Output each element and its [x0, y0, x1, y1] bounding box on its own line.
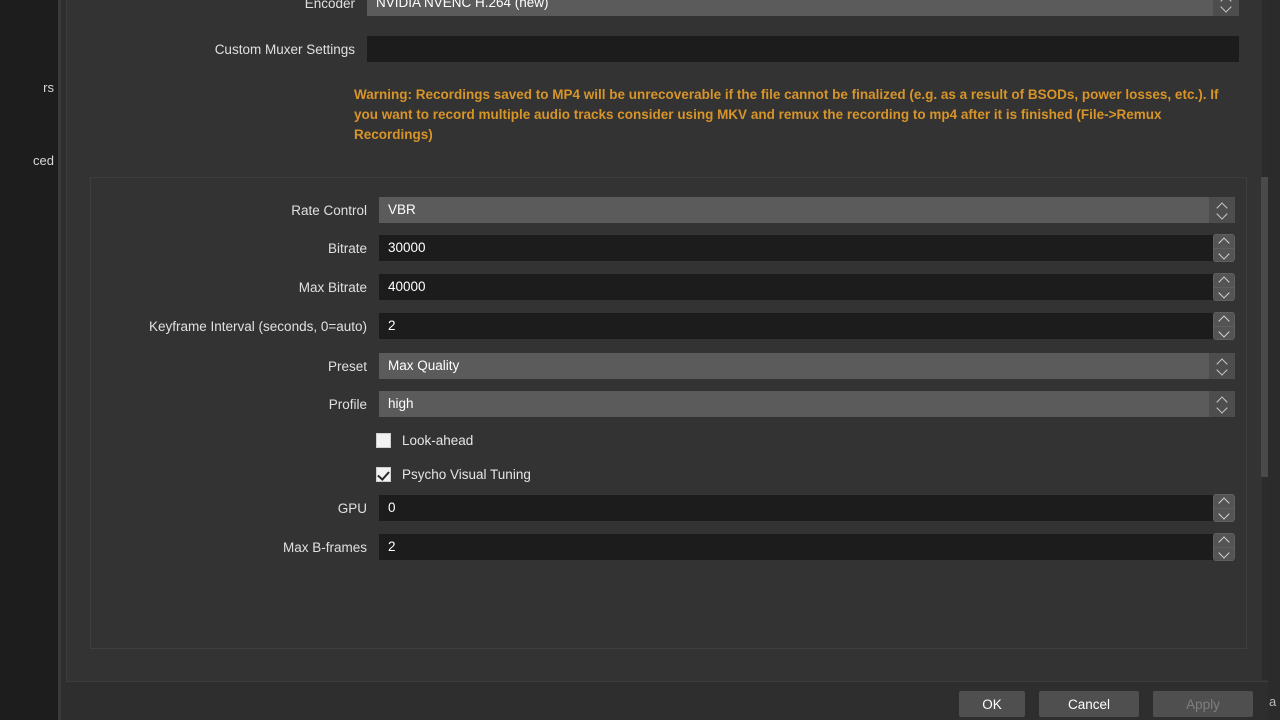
- max-bitrate-stepper[interactable]: [1213, 273, 1235, 301]
- max-bitrate-input[interactable]: 40000: [379, 274, 1235, 300]
- keyframe-interval-label: Keyframe Interval (seconds, 0=auto): [149, 318, 367, 334]
- sidebar-item-hotkeys[interactable]: rs: [43, 80, 54, 95]
- encoder-value: NVIDIA NVENC H.264 (new): [376, 0, 549, 10]
- row-rate-control: Rate Control VBR: [91, 197, 1248, 223]
- sidebar-item-advanced-label: ced: [33, 153, 54, 168]
- arrow-down-icon: [1220, 549, 1229, 558]
- settings-sidebar: rs ced: [0, 0, 58, 720]
- look-ahead-label: Look-ahead: [402, 432, 474, 448]
- preset-combobox[interactable]: Max Quality: [379, 353, 1209, 379]
- sidebar-item-advanced[interactable]: ced: [33, 153, 54, 168]
- chevron-down-icon: [1218, 406, 1227, 411]
- profile-dropdown-button[interactable]: [1209, 391, 1235, 417]
- max-bitrate-decrement-button[interactable]: [1213, 286, 1235, 301]
- arrow-down-icon: [1220, 289, 1229, 298]
- custom-muxer-input[interactable]: [367, 36, 1239, 62]
- bitrate-increment-button[interactable]: [1213, 234, 1235, 248]
- max-bitrate-increment-button[interactable]: [1213, 273, 1235, 287]
- ok-button[interactable]: OK: [959, 691, 1025, 717]
- preset-label: Preset: [327, 358, 367, 374]
- psycho-visual-tuning-label: Psycho Visual Tuning: [402, 466, 531, 482]
- chevron-down-icon: [1218, 368, 1227, 373]
- rate-control-combobox[interactable]: VBR: [379, 197, 1209, 223]
- row-bitrate: Bitrate 30000: [91, 234, 1248, 262]
- keyframe-interval-decrement-button[interactable]: [1213, 325, 1235, 340]
- row-keyframe-interval: Keyframe Interval (seconds, 0=auto) 2: [91, 312, 1248, 340]
- keyframe-interval-input[interactable]: 2: [379, 313, 1235, 339]
- bitrate-stepper[interactable]: [1213, 234, 1235, 262]
- psycho-visual-tuning-checkbox-row[interactable]: Psycho Visual Tuning: [376, 463, 531, 485]
- chevron-down-icon: [1222, 5, 1231, 10]
- max-b-frames-input[interactable]: 2: [379, 534, 1235, 560]
- settings-dialog: Encoder NVIDIA NVENC H.264 (new) Custom …: [61, 0, 1280, 720]
- dialog-button-bar: OK Cancel Apply: [61, 682, 1280, 720]
- sidebar-item-hotkeys-label: rs: [43, 80, 54, 95]
- row-preset: Preset Max Quality: [91, 353, 1248, 379]
- max-b-frames-increment-button[interactable]: [1213, 533, 1235, 547]
- keyframe-interval-increment-button[interactable]: [1213, 312, 1235, 326]
- obs-settings-output-screen: rs ced Encoder NVIDIA NVENC H.264 (new): [0, 0, 1280, 720]
- max-b-frames-label: Max B-frames: [282, 539, 367, 555]
- max-bitrate-label: Max Bitrate: [298, 279, 367, 295]
- custom-muxer-label: Custom Muxer Settings: [214, 41, 355, 57]
- bitrate-label: Bitrate: [327, 240, 367, 256]
- max-b-frames-stepper[interactable]: [1213, 533, 1235, 561]
- settings-content-frame: Encoder NVIDIA NVENC H.264 (new) Custom …: [66, 0, 1278, 682]
- cancel-button[interactable]: Cancel: [1039, 691, 1139, 717]
- background-window-edge: [1268, 0, 1280, 720]
- profile-label: Profile: [328, 396, 367, 412]
- row-custom-muxer: Custom Muxer Settings: [67, 36, 1262, 62]
- gpu-increment-button[interactable]: [1213, 494, 1235, 508]
- gpu-decrement-button[interactable]: [1213, 507, 1235, 522]
- gpu-label: GPU: [337, 500, 367, 516]
- keyframe-interval-stepper[interactable]: [1213, 312, 1235, 340]
- row-encoder: Encoder NVIDIA NVENC H.264 (new): [67, 0, 1262, 16]
- profile-combobox[interactable]: high: [379, 391, 1209, 417]
- settings-scroll-area[interactable]: Encoder NVIDIA NVENC H.264 (new) Custom …: [67, 0, 1277, 681]
- arrow-up-icon: [1220, 536, 1229, 545]
- apply-button[interactable]: Apply: [1153, 691, 1253, 717]
- bitrate-decrement-button[interactable]: [1213, 247, 1235, 262]
- encoder-dropdown-button[interactable]: [1213, 0, 1239, 16]
- encoder-combobox[interactable]: NVIDIA NVENC H.264 (new): [367, 0, 1213, 16]
- max-b-frames-decrement-button[interactable]: [1213, 546, 1235, 561]
- row-gpu: GPU 0: [91, 494, 1248, 522]
- psycho-visual-tuning-checkbox[interactable]: [376, 466, 391, 482]
- background-window-glyph: a: [1269, 694, 1277, 709]
- profile-value: high: [388, 396, 414, 411]
- look-ahead-checkbox[interactable]: [376, 432, 391, 448]
- arrow-up-icon: [1220, 237, 1229, 246]
- encoder-settings-groupbox: Rate Control VBR Bitrate 30000 Max Bitra…: [90, 177, 1247, 649]
- arrow-up-icon: [1220, 315, 1229, 324]
- arrow-up-icon: [1220, 276, 1229, 285]
- row-profile: Profile high: [91, 391, 1248, 417]
- arrow-down-icon: [1220, 328, 1229, 337]
- gpu-input[interactable]: 0: [379, 495, 1235, 521]
- arrow-down-icon: [1220, 510, 1229, 519]
- preset-value: Max Quality: [388, 358, 460, 373]
- preset-dropdown-button[interactable]: [1209, 353, 1235, 379]
- rate-control-dropdown-button[interactable]: [1209, 197, 1235, 223]
- row-max-bitrate: Max Bitrate 40000: [91, 273, 1248, 301]
- row-max-b-frames: Max B-frames 2: [91, 533, 1248, 561]
- bitrate-input[interactable]: 30000: [379, 235, 1235, 261]
- look-ahead-checkbox-row[interactable]: Look-ahead: [376, 429, 473, 451]
- gpu-stepper[interactable]: [1213, 494, 1235, 522]
- arrow-down-icon: [1220, 250, 1229, 259]
- mp4-warning-text: Warning: Recordings saved to MP4 will be…: [354, 87, 1219, 142]
- chevron-down-icon: [1218, 212, 1227, 217]
- rate-control-value: VBR: [388, 202, 416, 217]
- encoder-label: Encoder: [304, 0, 355, 11]
- rate-control-label: Rate Control: [291, 202, 367, 218]
- arrow-up-icon: [1220, 497, 1229, 506]
